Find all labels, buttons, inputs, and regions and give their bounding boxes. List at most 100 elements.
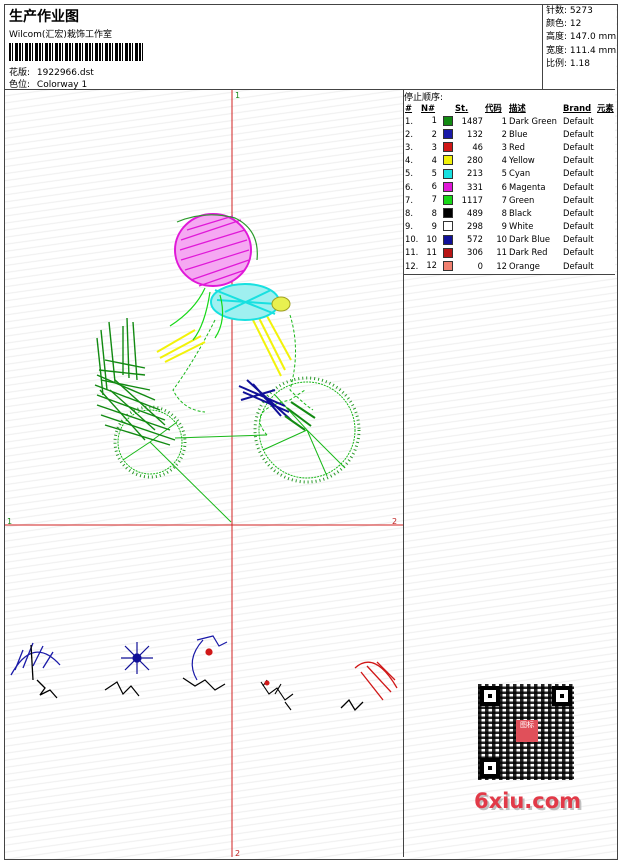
color-swatch xyxy=(443,260,453,271)
color-swatch xyxy=(443,181,453,192)
cell-description: Yellow xyxy=(509,155,535,166)
cell-index: 12. xyxy=(405,260,419,271)
table-row: 11. 11 306 11 Dark Red Default xyxy=(404,246,615,259)
needle-number: 4 xyxy=(431,154,437,165)
design-stats: 针数: 5273 颜色: 12 高度: 147.0 mm 宽度: 111.4 m… xyxy=(542,5,616,89)
cell-element xyxy=(596,114,615,127)
cell-description: Red xyxy=(509,141,525,152)
cell-stitches: 213 xyxy=(467,168,483,179)
cell-needle: 11 xyxy=(420,246,454,259)
cell-element xyxy=(596,233,615,246)
axis-label-right: 2 xyxy=(392,517,397,526)
needle-number: 2 xyxy=(431,128,437,139)
color-swatch xyxy=(443,194,453,205)
cell-description: Blue xyxy=(509,128,528,139)
cell-description: Dark Blue xyxy=(509,234,551,245)
cell-needle: 1 xyxy=(420,114,454,127)
cell-description: Magenta xyxy=(509,181,546,192)
cell-needle: 5 xyxy=(420,167,454,180)
company-name: Wilcom(汇宏)栽饰工作室 xyxy=(9,30,112,40)
needle-number: 11 xyxy=(426,247,437,258)
cell-stitches: 489 xyxy=(467,207,483,218)
needle-number: 5 xyxy=(431,168,437,179)
cell-element xyxy=(596,180,615,193)
cell-stitches: 298 xyxy=(467,221,483,232)
cell-index: 7. xyxy=(405,194,413,205)
cell-brand: Default xyxy=(563,155,594,166)
cell-element xyxy=(596,127,615,140)
cell-code: 9 xyxy=(501,221,507,232)
watermark-text: 6xiu.com xyxy=(474,789,582,813)
col-header-element: 元素 xyxy=(597,102,614,113)
col-header-code: 代码 xyxy=(485,102,502,113)
table-row: 8. 8 489 8 Black Default xyxy=(404,206,615,219)
col-header-needle: N# xyxy=(421,102,436,113)
needle-number: 1 xyxy=(431,115,437,126)
cell-brand: Default xyxy=(563,181,594,192)
qr-finder-bottom-left xyxy=(480,758,500,778)
cell-description: Cyan xyxy=(509,168,531,179)
col-header-index: # xyxy=(405,102,413,113)
color-swatch xyxy=(443,247,453,258)
cell-needle: 2 xyxy=(420,127,454,140)
cell-description: Black xyxy=(509,207,532,218)
needle-number: 7 xyxy=(431,194,437,205)
page-title: 生产作业图 xyxy=(9,9,79,25)
table-row: 7. 7 1117 7 Green Default xyxy=(404,193,615,206)
qr-finder-top-left xyxy=(480,686,500,706)
motif-umbrella-1 xyxy=(10,642,61,699)
cell-element xyxy=(596,193,615,206)
cell-stitches: 46 xyxy=(472,141,483,152)
header: 生产作业图 Wilcom(汇宏)栽饰工作室 花版: 1922966.dst 色位… xyxy=(5,5,616,90)
cell-code: 4 xyxy=(501,155,507,166)
cell-brand: Default xyxy=(563,247,594,258)
cell-stitches: 0 xyxy=(477,260,483,271)
color-swatch xyxy=(443,234,453,245)
embroidery-canvas: 1 1 2 2 xyxy=(5,90,403,857)
stat-width: 宽度: 111.4 mm xyxy=(546,45,617,56)
axis-label-left: 1 xyxy=(7,517,12,526)
cell-needle: 6 xyxy=(420,180,454,193)
col-header-description: 描述 xyxy=(509,102,526,113)
color-swatch xyxy=(443,142,453,153)
motif-hook xyxy=(182,635,228,691)
color-swatch xyxy=(443,208,453,219)
qr-logo-badge: 图标 xyxy=(516,720,538,742)
cell-brand: Default xyxy=(563,194,594,205)
needle-number: 9 xyxy=(431,220,437,231)
cell-description: White xyxy=(509,221,534,232)
cell-brand: Default xyxy=(563,207,594,218)
cell-element xyxy=(596,220,615,233)
cell-element xyxy=(596,154,615,167)
table-row: 10. 10 572 10 Dark Blue Default xyxy=(404,233,615,246)
table-row: 2. 2 132 2 Blue Default xyxy=(404,127,615,140)
cell-brand: Default xyxy=(563,128,594,139)
cell-stitches: 132 xyxy=(467,128,483,139)
cell-description: Orange xyxy=(509,260,540,271)
col-header-stitches: St. xyxy=(455,102,469,113)
qr-finder-top-right xyxy=(552,686,572,706)
color-swatch xyxy=(443,155,453,166)
color-swatch xyxy=(443,168,453,179)
cell-code: 5 xyxy=(501,168,507,179)
cell-brand: Default xyxy=(563,260,594,271)
cell-index: 10. xyxy=(405,234,419,245)
cell-needle: 4 xyxy=(420,154,454,167)
table-row: 12. 12 0 12 Orange Default xyxy=(404,259,615,272)
cell-needle: 3 xyxy=(420,140,454,153)
cell-element xyxy=(596,246,615,259)
cell-code: 1 xyxy=(501,115,507,126)
cell-index: 5. xyxy=(405,168,413,179)
cell-brand: Default xyxy=(563,115,594,126)
cell-code: 10 xyxy=(496,234,507,245)
colorway-row: 色位: Colorway 1 xyxy=(9,77,87,90)
cell-brand: Default xyxy=(563,141,594,152)
cell-code: 6 xyxy=(501,181,507,192)
yellow-hand xyxy=(271,296,291,312)
cell-brand: Default xyxy=(563,168,594,179)
stat-height: 高度: 147.0 mm xyxy=(546,32,617,43)
stop-sequence-panel: 停止顺序: # N# St. 代码 描述 Brand 元素 1. 1 1487 1 Da… xyxy=(404,90,615,275)
motif-small-black xyxy=(260,679,294,711)
design-preview: 1 1 2 2 xyxy=(5,90,404,857)
table-row: 6. 6 331 6 Magenta Default xyxy=(404,180,615,193)
